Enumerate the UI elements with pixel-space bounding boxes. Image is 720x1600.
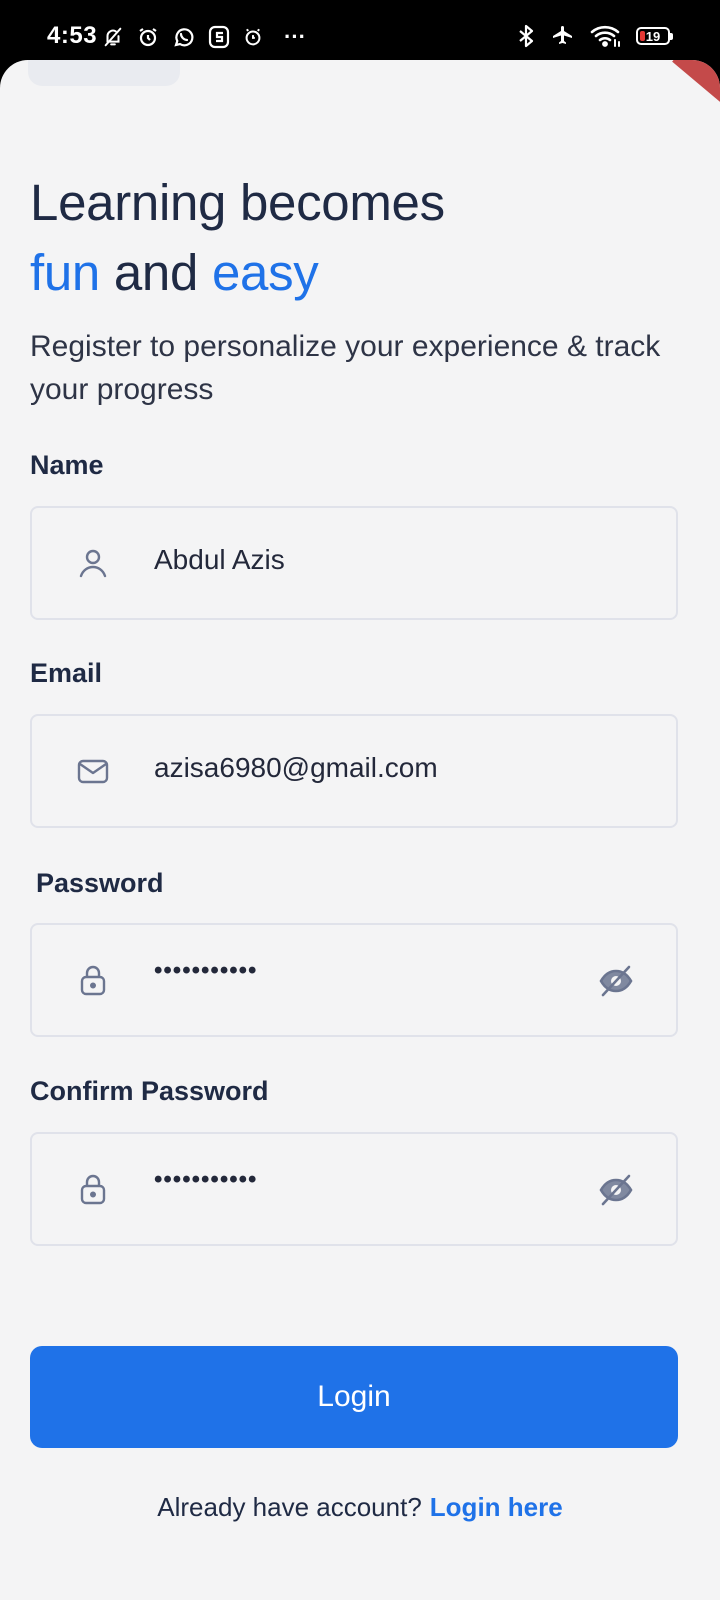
- status-time: 4:53: [47, 22, 98, 49]
- email-label: Email: [30, 658, 103, 688]
- footer-text: Already have account?: [157, 1492, 422, 1522]
- status-system-icons: 19: [516, 24, 673, 48]
- lock-icon: [80, 1174, 106, 1205]
- password-label: Password: [36, 868, 164, 898]
- confirm-password-field[interactable]: •••••••••••: [30, 1132, 678, 1246]
- mail-icon: [77, 759, 109, 784]
- status-notification-icons: ···: [102, 24, 306, 50]
- login-button[interactable]: Login: [30, 1346, 678, 1448]
- title-accent-easy: easy: [211, 244, 319, 301]
- sync-s-icon: [208, 25, 230, 49]
- alarm-icon: [139, 28, 157, 47]
- password-field[interactable]: •••••••••••: [30, 923, 678, 1037]
- title-accent-fun: fun: [30, 244, 100, 301]
- eye-off-icon[interactable]: [598, 1172, 634, 1208]
- page-title: Learning becomes fun and easy: [30, 168, 445, 308]
- whatsapp-icon: [174, 28, 194, 47]
- title-line1: Learning becomes: [30, 174, 445, 231]
- email-field[interactable]: azisa6980@gmail.com: [30, 714, 678, 828]
- more-notifications-icon: ···: [284, 24, 306, 49]
- page-subtitle: Register to personalize your experience …: [30, 330, 661, 406]
- wifi-icon: [590, 25, 620, 47]
- email-value: azisa6980@gmail.com: [154, 752, 438, 783]
- battery-icon: 19: [636, 27, 673, 45]
- lock-icon: [80, 965, 106, 996]
- footer: Already have account? Login here: [0, 1492, 720, 1523]
- password-value: •••••••••••: [154, 957, 258, 984]
- debug-banner: [672, 60, 720, 107]
- name-field[interactable]: Abdul Azis: [30, 506, 678, 620]
- confirm-password-label: Confirm Password: [30, 1076, 269, 1106]
- name-value: Abdul Azis: [154, 544, 285, 575]
- bell-off-icon: [104, 27, 122, 47]
- eye-off-icon[interactable]: [598, 963, 634, 999]
- bluetooth-icon: [519, 24, 534, 48]
- top-handle: [28, 60, 180, 86]
- register-screen: Learning becomes fun and easy Register t…: [0, 60, 720, 1600]
- title-mid: and: [100, 244, 212, 301]
- battery-level: 19: [645, 28, 661, 44]
- confirm-password-value: •••••••••••: [154, 1166, 258, 1193]
- user-icon: [79, 549, 107, 578]
- clock-icon: [245, 28, 261, 46]
- login-here-link[interactable]: Login here: [430, 1492, 563, 1522]
- name-label: Name: [30, 450, 104, 480]
- status-bar: 4:53 ··· 19: [0, 0, 720, 60]
- airplane-icon: [553, 26, 572, 44]
